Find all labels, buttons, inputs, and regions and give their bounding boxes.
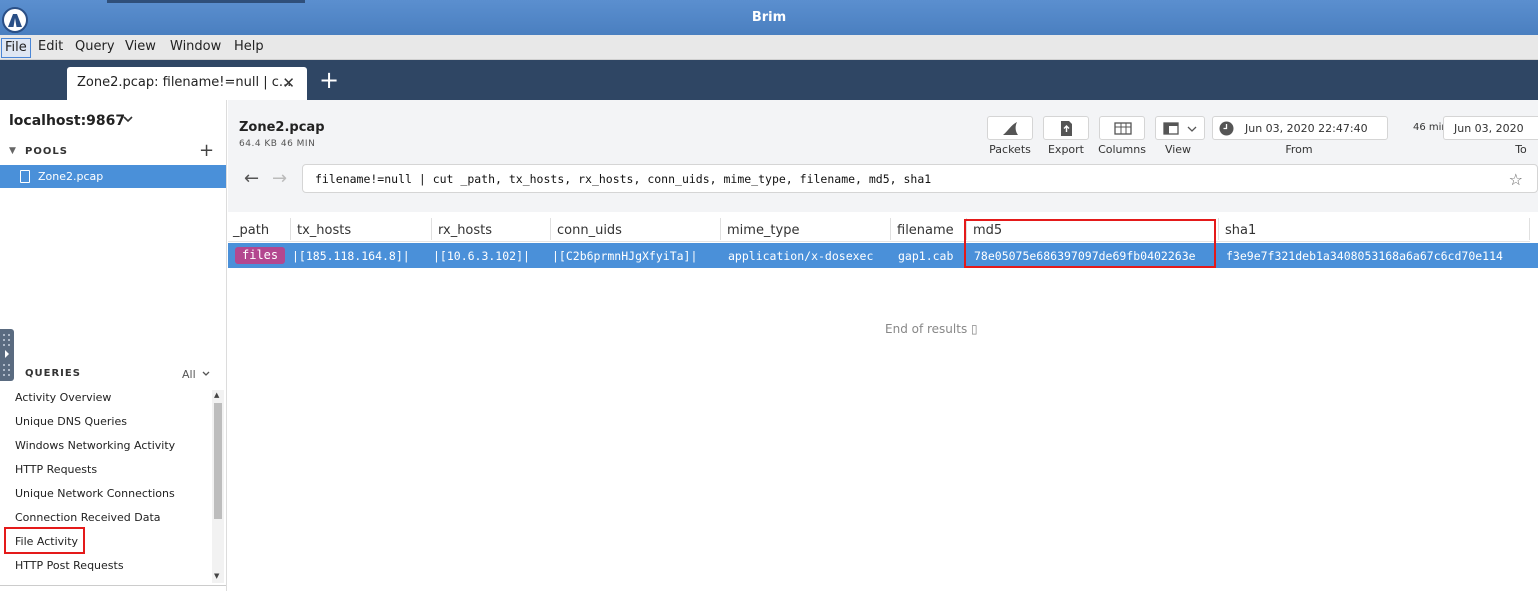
cell-tx-hosts[interactable]: |[185.118.164.8]|	[292, 249, 410, 263]
query-item[interactable]: Connection Received Data	[15, 511, 161, 524]
to-label: To	[1515, 143, 1527, 156]
host-selector[interactable]: localhost:9867	[9, 113, 125, 129]
menu-edit[interactable]: Edit	[35, 38, 66, 58]
page-title: Zone2.pcap	[239, 120, 325, 135]
query-item[interactable]: HTTP Post Requests	[15, 559, 124, 572]
cell-conn-uids[interactable]: |[C2b6prmnHJgXfyiTa]|	[552, 249, 697, 263]
to-date-picker[interactable]: Jun 03, 2020	[1443, 116, 1538, 140]
clock-icon	[1219, 121, 1234, 136]
search-input[interactable]: filename!=null | cut _path, tx_hosts, rx…	[302, 164, 1538, 193]
cell-sha1[interactable]: f3e9e7f321deb1a3408053168a6a67c6cd70e114	[1226, 249, 1503, 263]
main-panel: Zone2.pcap 64.4 KB 46 MIN Packets Export…	[228, 100, 1538, 591]
caret-down-icon: ▼	[9, 146, 17, 156]
pool-item-label: Zone2.pcap	[38, 170, 104, 183]
layout-icon	[1163, 122, 1179, 135]
scroll-up-icon[interactable]: ▲	[214, 391, 219, 399]
menu-query[interactable]: Query	[72, 38, 118, 58]
menu-help[interactable]: Help	[231, 38, 267, 58]
packets-label: Packets	[989, 143, 1031, 156]
column-header-path[interactable]: _path	[233, 223, 269, 238]
forward-arrow-icon[interactable]: →	[272, 168, 287, 189]
chevron-down-icon[interactable]	[122, 113, 134, 128]
column-divider[interactable]	[290, 218, 291, 240]
queries-filter[interactable]: All	[182, 368, 196, 381]
pools-section-header[interactable]: ▼ POOLS +	[0, 140, 226, 166]
menu-window[interactable]: Window	[167, 38, 224, 58]
column-divider[interactable]	[1218, 218, 1219, 240]
path-badge[interactable]: files	[235, 247, 286, 264]
star-icon[interactable]: ☆	[1509, 170, 1523, 189]
query-item[interactable]: Windows Networking Activity	[15, 439, 175, 452]
from-label: From	[1285, 143, 1313, 156]
back-arrow-icon[interactable]: ←	[244, 168, 259, 189]
pool-meta: 64.4 KB 46 MIN	[239, 139, 316, 149]
packets-button[interactable]	[987, 116, 1033, 140]
cell-filename[interactable]: gap1.cab	[898, 249, 953, 263]
search-query-text: filename!=null | cut _path, tx_hosts, rx…	[315, 172, 932, 186]
cell-rx-hosts[interactable]: |[10.6.3.102]|	[433, 249, 530, 263]
column-header-sha1[interactable]: sha1	[1225, 223, 1256, 238]
from-date-picker[interactable]: Jun 03, 2020 22:47:40	[1212, 116, 1388, 140]
column-divider[interactable]	[550, 218, 551, 240]
columns-icon	[1114, 122, 1132, 135]
query-item[interactable]: Activity Overview	[15, 391, 111, 404]
queries-scrollbar[interactable]: ▲ ▼	[212, 390, 224, 583]
export-label: Export	[1047, 143, 1084, 156]
column-divider[interactable]	[1529, 218, 1530, 240]
export-button[interactable]	[1043, 116, 1089, 140]
scroll-down-icon[interactable]: ▼	[214, 572, 219, 580]
close-icon[interactable]: ✕	[282, 74, 295, 92]
add-pool-button[interactable]: +	[199, 140, 215, 161]
pools-header-label: POOLS	[25, 146, 68, 157]
view-label: View	[1164, 143, 1192, 156]
column-header-rx-hosts[interactable]: rx_hosts	[438, 223, 492, 238]
query-item[interactable]: HTTP Requests	[15, 463, 97, 476]
title-bar: Brim	[0, 0, 1538, 35]
column-divider[interactable]	[720, 218, 721, 240]
columns-button[interactable]	[1099, 116, 1145, 140]
tab-zone2[interactable]: Zone2.pcap: filename!=null | c... ✕	[67, 67, 307, 100]
header-divider	[228, 241, 1530, 242]
menu-bar: File Edit Query View Window Help	[0, 35, 1538, 60]
column-header-conn-uids[interactable]: conn_uids	[557, 223, 622, 238]
columns-label: Columns	[1098, 143, 1146, 156]
scrollbar-thumb[interactable]	[214, 403, 222, 519]
table-row[interactable]: files |[185.118.164.8]| |[10.6.3.102]| |…	[228, 243, 1538, 268]
queries-section-header[interactable]: QUERIES All	[0, 368, 226, 388]
chevron-down-icon	[1187, 126, 1197, 132]
title-bar-accent	[107, 0, 305, 3]
end-of-results: End of results ▯	[885, 322, 978, 336]
pool-item[interactable]: Zone2.pcap	[0, 165, 226, 188]
chevron-down-icon[interactable]	[201, 369, 211, 382]
file-icon	[20, 170, 30, 183]
to-date-value: Jun 03, 2020	[1454, 122, 1524, 135]
column-divider[interactable]	[431, 218, 432, 240]
column-header-filename[interactable]: filename	[897, 223, 954, 238]
view-button[interactable]	[1155, 116, 1205, 140]
menu-file[interactable]: File	[1, 38, 31, 58]
new-tab-button[interactable]: +	[319, 66, 339, 94]
queries-header-label: QUERIES	[25, 368, 81, 379]
column-header-mime-type[interactable]: mime_type	[727, 223, 799, 238]
highlight-box	[4, 527, 85, 554]
left-sidebar: localhost:9867 ▼ POOLS + Zone2.pcap QUER…	[0, 100, 227, 591]
shark-fin-icon	[1003, 122, 1018, 135]
query-item[interactable]: Unique DNS Queries	[15, 415, 127, 428]
highlight-box	[964, 219, 1216, 268]
query-item[interactable]: Unique Network Connections	[15, 487, 175, 500]
export-icon	[1061, 121, 1072, 136]
cell-mime-type[interactable]: application/x-dosexec	[728, 249, 873, 263]
menu-view[interactable]: View	[122, 38, 159, 58]
from-date-value: Jun 03, 2020 22:47:40	[1245, 122, 1368, 135]
window-title: Brim	[751, 10, 787, 25]
divider	[0, 585, 226, 586]
column-divider[interactable]	[890, 218, 891, 240]
tab-label: Zone2.pcap: filename!=null | c...	[77, 75, 292, 90]
column-header-tx-hosts[interactable]: tx_hosts	[297, 223, 351, 238]
tab-strip: Zone2.pcap: filename!=null | c... ✕ +	[0, 60, 1538, 100]
